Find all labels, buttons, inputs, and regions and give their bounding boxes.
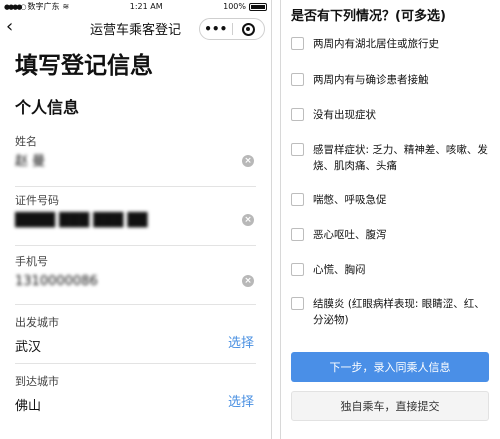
close-mini-program-button[interactable] [233, 22, 265, 36]
status-bar: ●●●●○ 数字广东 ≋ 1:21 AM 100% [0, 0, 271, 13]
section-title-personal-info: 个人信息 [15, 98, 80, 117]
id-number-value: ████ ███ ███ ██ [15, 213, 148, 228]
checkbox[interactable] [291, 108, 304, 121]
departure-city-field[interactable]: 出发城市 武汉 选择 [15, 316, 256, 364]
id-number-field: 证件号码 ████ ███ ███ ██ × [15, 194, 256, 246]
id-number-label: 证件号码 [15, 194, 59, 207]
checkbox[interactable] [291, 193, 304, 206]
symptoms-screen: 是否有下列情况？(可多选) 两周内有湖北居住或旅行史 两周内有与确诊患者接触 没… [280, 0, 500, 439]
name-field: 姓名 赵 曼 × [15, 135, 256, 187]
phone-label: 手机号 [15, 255, 48, 268]
option-cold-symptoms[interactable]: 感冒样症状: 乏力、精神差、咳嗽、发烧、肌肉痛、头痛 [291, 142, 491, 174]
option-label: 没有出现症状 [313, 109, 376, 121]
select-departure-city-link[interactable]: 选择 [228, 332, 254, 351]
name-value: 赵 曼 [15, 154, 46, 169]
departure-city-value: 武汉 [15, 340, 42, 355]
option-shortness-of-breath[interactable]: 喘憋、呼吸急促 [291, 192, 491, 208]
phone-value: 1310000086 [15, 274, 98, 289]
select-arrival-city-link[interactable]: 选择 [228, 391, 254, 410]
option-label: 心慌、胸闷 [313, 264, 366, 276]
phone-input[interactable]: 1310000086 [15, 274, 256, 290]
name-input[interactable]: 赵 曼 [15, 154, 256, 170]
id-number-input[interactable]: ████ ███ ███ ██ [15, 213, 256, 229]
symptoms-question: 是否有下列情况？(可多选) [291, 9, 446, 24]
checkbox[interactable] [291, 297, 304, 310]
clear-name-icon[interactable]: × [242, 155, 254, 167]
clock: 1:21 AM [129, 2, 163, 11]
arrival-city-label: 到达城市 [15, 375, 59, 388]
option-palpitations[interactable]: 心慌、胸闷 [291, 262, 491, 278]
mini-program-capsule: ••• [199, 18, 265, 40]
option-no-symptoms[interactable]: 没有出现症状 [291, 107, 491, 123]
option-label: 结膜炎 (红眼病样表现: 眼睛涩、红、分泌物) [313, 298, 485, 326]
registration-form-screen: ●●●●○ 数字广东 ≋ 1:21 AM 100% ‹ 运营车乘客登记 ••• … [0, 0, 272, 439]
option-conjunctivitis[interactable]: 结膜炎 (红眼病样表现: 眼睛涩、红、分泌物) [291, 296, 491, 328]
option-label: 恶心呕吐、腹泻 [313, 229, 387, 241]
checkbox[interactable] [291, 37, 304, 50]
option-label: 感冒样症状: 乏力、精神差、咳嗽、发烧、肌肉痛、头痛 [313, 144, 488, 172]
option-label: 两周内有与确诊患者接触 [313, 74, 429, 86]
option-label: 喘憋、呼吸急促 [313, 194, 387, 206]
battery-percent: 100% [223, 2, 246, 11]
navigation-bar: ‹ 运营车乘客登记 ••• [0, 13, 271, 43]
clear-phone-icon[interactable]: × [242, 275, 254, 287]
phone-field: 手机号 1310000086 × [15, 255, 256, 305]
carrier-label: 数字广东 [27, 2, 60, 11]
page-title: 填写登记信息 [15, 53, 153, 79]
option-hubei-travel[interactable]: 两周内有湖北居住或旅行史 [291, 36, 491, 52]
more-options-icon[interactable]: ••• [200, 23, 232, 35]
name-label: 姓名 [15, 135, 37, 148]
checkbox[interactable] [291, 73, 304, 86]
arrival-city-value: 佛山 [15, 399, 42, 414]
departure-city-label: 出发城市 [15, 316, 59, 329]
checkbox[interactable] [291, 228, 304, 241]
battery-icon [248, 2, 267, 11]
close-target-icon [241, 22, 255, 36]
checkbox[interactable] [291, 263, 304, 276]
clear-id-number-icon[interactable]: × [242, 214, 254, 226]
checkbox[interactable] [291, 143, 304, 156]
next-add-companion-button[interactable]: 下一步，录入同乘人信息 [291, 352, 489, 382]
option-nausea-diarrhea[interactable]: 恶心呕吐、腹泻 [291, 227, 491, 243]
arrival-city-field[interactable]: 到达城市 佛山 选择 [15, 375, 256, 425]
back-arrow-icon[interactable]: ‹ [6, 18, 13, 36]
submit-alone-button[interactable]: 独自乘车，直接提交 [291, 391, 489, 421]
signal-icon: ●●●●○ [4, 2, 27, 11]
wifi-icon: ≋ [62, 2, 70, 11]
option-contact-confirmed[interactable]: 两周内有与确诊患者接触 [291, 72, 491, 88]
option-label: 两周内有湖北居住或旅行史 [313, 38, 439, 50]
